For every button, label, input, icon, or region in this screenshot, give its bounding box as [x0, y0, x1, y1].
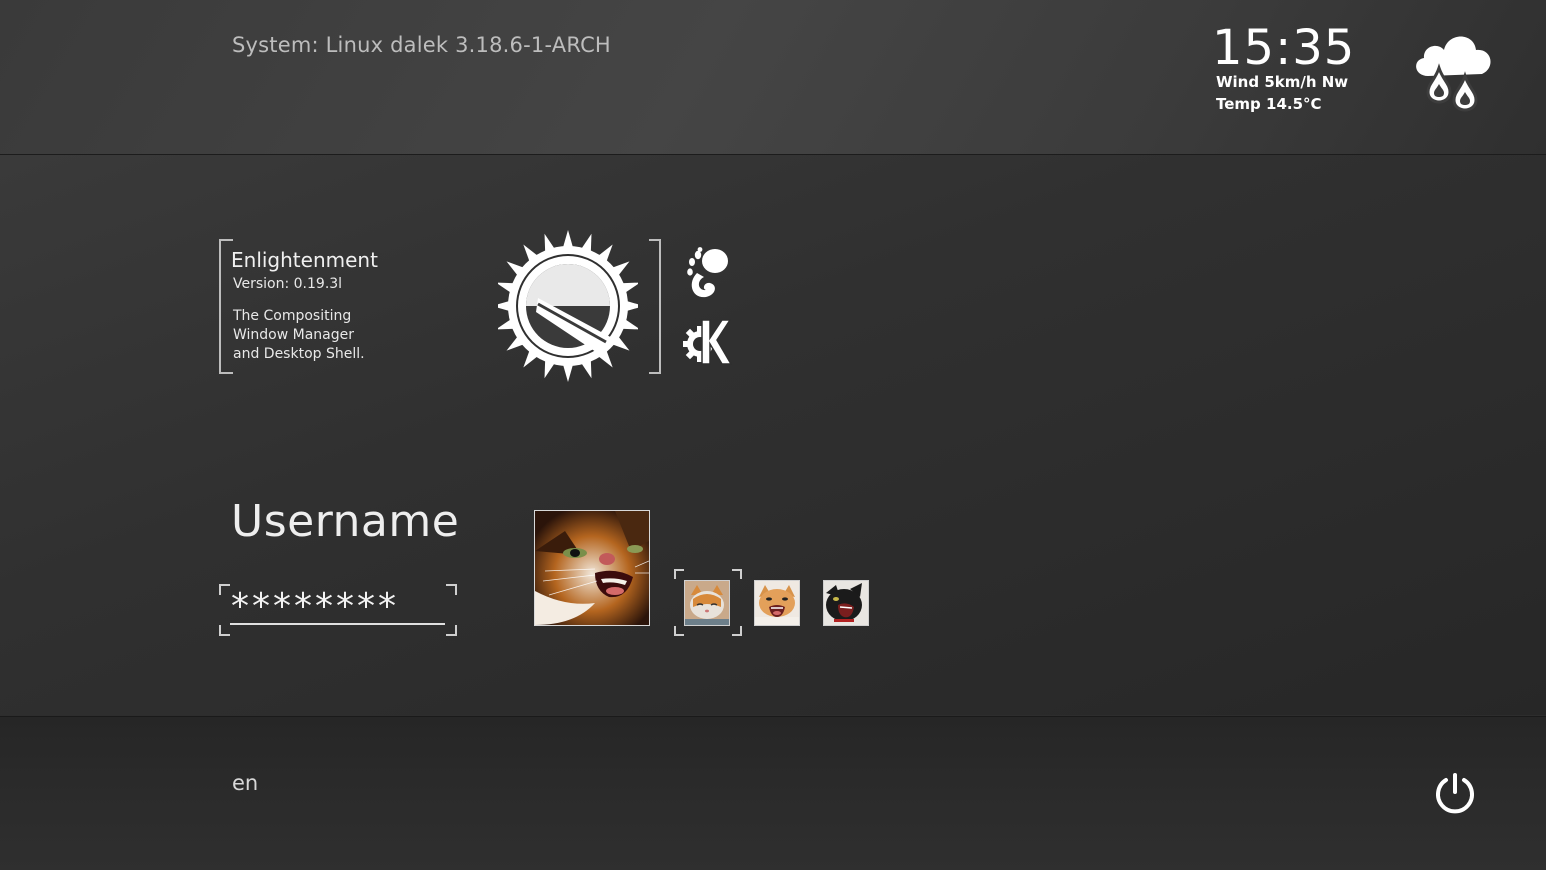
user-avatar-1[interactable]	[684, 580, 730, 626]
logo-ray	[562, 363, 574, 382]
language-selector[interactable]: en	[232, 771, 258, 795]
logo-ray	[562, 230, 574, 249]
enlightenment-logo-icon[interactable]	[498, 220, 638, 390]
session-version: Version: 0.19.3l	[233, 276, 343, 292]
weather-wind: Wind 5km/h Nw	[1216, 73, 1349, 91]
system-info: System: Linux dalek 3.18.6-1-ARCH	[232, 33, 611, 57]
gnome-icon[interactable]	[684, 247, 730, 299]
user-avatar-3[interactable]	[823, 580, 869, 626]
weather-temp: Temp 14.5°C	[1216, 95, 1322, 113]
clock: 15:35	[1212, 20, 1356, 76]
password-masked-text: ********	[231, 586, 399, 627]
cat-avatar-1	[685, 581, 729, 625]
field-corner	[219, 625, 230, 636]
password-field[interactable]: ********	[219, 584, 457, 636]
user-avatar-main[interactable]	[534, 510, 650, 626]
field-corner	[446, 584, 457, 595]
user-avatar-2[interactable]	[754, 580, 800, 626]
cat-avatar-2	[755, 581, 799, 625]
session-bracket-right	[649, 239, 661, 374]
field-corner	[446, 625, 457, 636]
cloud-rain-icon	[1416, 36, 1491, 112]
session-description: The Compositing Window Manager and Deskt…	[233, 308, 365, 362]
cat-avatar-3	[824, 581, 868, 625]
password-underline	[230, 623, 445, 625]
login-screen: System: Linux dalek 3.18.6-1-ARCH 15:35 …	[0, 0, 1546, 870]
kde-icon[interactable]	[680, 316, 732, 368]
field-corner	[219, 584, 230, 595]
session-name: Enlightenment	[231, 248, 378, 272]
cat-avatar-main	[535, 511, 649, 625]
power-icon[interactable]	[1432, 771, 1478, 817]
username-label[interactable]: Username	[231, 496, 459, 547]
